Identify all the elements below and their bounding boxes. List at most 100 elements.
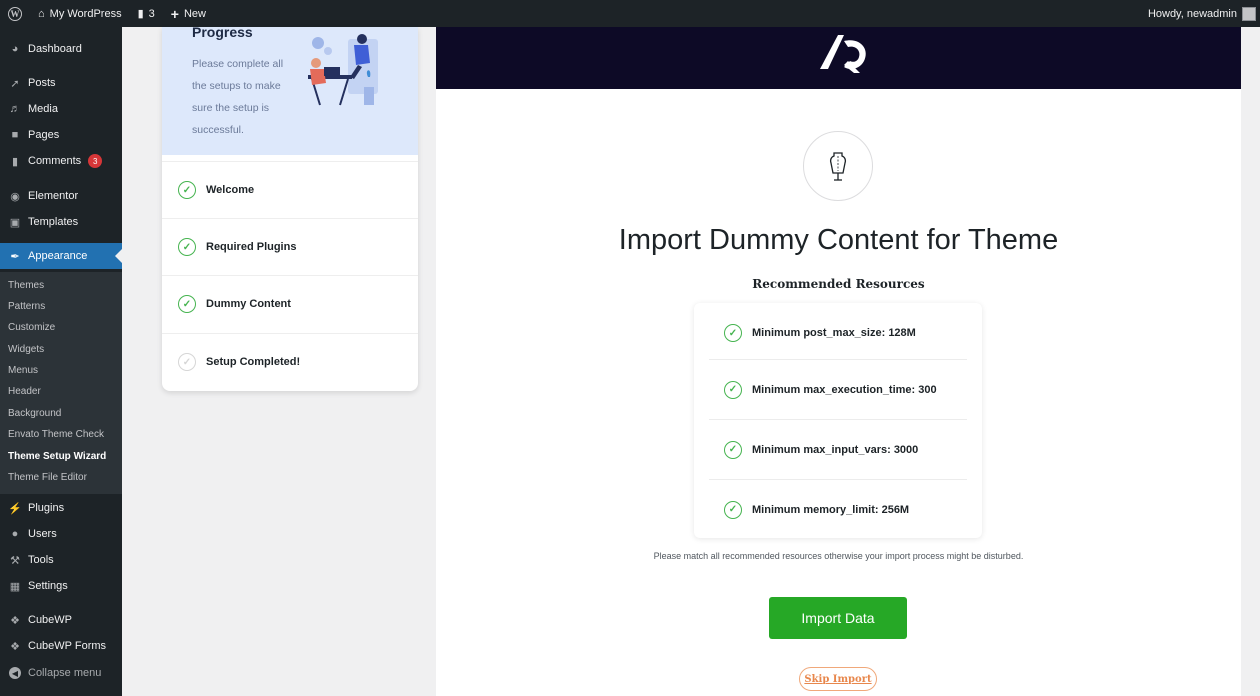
step-setup-completed[interactable]: ✓ Setup Completed! [162,333,418,390]
check-circle-icon: ✓ [178,353,196,371]
sidebar-item-posts[interactable]: ➚ Posts [0,70,122,96]
submenu-themes[interactable]: Themes [8,278,44,294]
skip-import-button[interactable]: Skip Import [799,667,877,691]
resources-note: Please match all recommended resources o… [653,551,1024,561]
mannequin-icon-badge [803,131,873,201]
user-icon: ● [11,528,19,540]
progress-title: Progress [192,27,253,40]
howdy-label: Howdy, newadmin [1147,7,1237,20]
admin-bar: W ⌂ My WordPress ▮ 3 + New Howdy, newadm… [0,0,1260,27]
sidebar-item-templates[interactable]: ▣ Templates [0,209,122,235]
check-circle-icon: ✓ [178,238,196,256]
sidebar-item-settings[interactable]: ▦ Settings [0,573,122,599]
site-name-label: My WordPress [49,7,122,20]
submenu-widgets[interactable]: Widgets [8,342,44,358]
page-title: Import Dummy Content for Theme [618,224,1059,256]
list-item: ✓ Minimum post_max_size: 128M [709,303,967,363]
sidebar-item-label: CubeWP Forms [28,640,107,652]
submenu-background[interactable]: Background [8,406,61,422]
sidebar-item-label: Plugins [28,502,65,514]
check-circle-icon: ✓ [724,500,742,519]
account-menu[interactable]: Howdy, newadmin [1140,0,1260,27]
submenu-theme-setup-wizard[interactable]: Theme Setup Wizard [8,449,106,465]
submenu-header[interactable]: Header [8,384,41,400]
check-circle-icon: ✓ [178,181,196,199]
step-dummy-content[interactable]: ✓ Dummy Content [162,275,418,332]
page-icon: ■ [11,129,19,141]
submenu-envato-theme-check[interactable]: Envato Theme Check [8,427,104,443]
cube-icon: ❖ [10,640,20,653]
folder-icon: ▣ [9,216,21,229]
sidebar-item-tools[interactable]: ⚒ Tools [0,547,122,573]
comments-link[interactable]: ▮ 3 [130,0,163,27]
comment-icon: ▮ [11,155,19,168]
collapse-menu-button[interactable]: ◀ Collapse menu [0,660,122,686]
sidebar-item-label: Settings [28,580,68,592]
requirements-list: ✓ Minimum post_max_size: 128M ✓ Minimum … [694,303,982,538]
comment-icon: ▮ [137,8,144,20]
list-item: ✓ Minimum max_input_vars: 3000 [709,419,967,479]
sidebar-item-label: CubeWP [28,614,73,626]
list-item: ✓ Minimum memory_limit: 256M [709,479,967,539]
sidebar-item-pages[interactable]: ■ Pages [0,122,122,148]
check-circle-icon: ✓ [178,295,196,313]
sidebar-item-comments[interactable]: ▮ Comments 3 [0,148,122,174]
cube-icon: ❖ [10,614,20,627]
check-circle-icon: ✓ [724,324,742,342]
submenu-theme-file-editor[interactable]: Theme File Editor [8,470,87,486]
submenu-menus[interactable]: Menus [8,363,38,379]
requirement-label: Minimum max_execution_time: 300 [752,383,937,396]
requirement-label: Minimum memory_limit: 256M [752,503,910,516]
import-data-button[interactable]: Import Data [769,597,907,639]
step-welcome[interactable]: ✓ Welcome [162,161,418,218]
wordpress-icon: W [8,6,22,21]
sidebar-item-label: Templates [28,216,79,228]
mannequin-icon [829,152,847,181]
dashboard-icon: ◕ [11,43,19,55]
requirement-label: Minimum max_input_vars: 3000 [752,443,919,456]
home-icon: ⌂ [38,7,45,20]
submenu-customize[interactable]: Customize [8,320,55,336]
sidebar-item-users[interactable]: ● Users [0,521,122,547]
collapse-icon: ◀ [9,667,21,679]
plus-icon: + [170,5,179,22]
check-circle-icon: ✓ [724,440,742,459]
comments-count: 3 [148,7,155,20]
progress-card: Progress Please complete all the setups … [162,27,418,391]
plug-icon: ⚡ [8,502,22,515]
avatar [1242,6,1256,21]
elementor-icon: ◉ [10,190,20,203]
media-icon: ♬ [9,103,21,115]
wordpress-logo-button[interactable]: W [0,0,30,27]
sidebar-item-label: Posts [28,77,56,89]
check-circle-icon: ✓ [724,380,742,399]
sidebar-item-media[interactable]: ♬ Media [0,96,122,122]
recommended-resources-title: Recommended Resources [752,277,925,291]
sidebar-item-elementor[interactable]: ◉ Elementor [0,183,122,209]
appearance-submenu: Themes Patterns Customize Widgets Menus … [0,272,122,494]
sidebar-item-dashboard[interactable]: ◕ Dashboard [0,36,122,62]
sidebar-item-label: Media [28,103,58,115]
step-required-plugins[interactable]: ✓ Required Plugins [162,218,418,275]
submenu-patterns[interactable]: Patterns [8,299,45,315]
wrench-icon: ⚒ [10,554,20,567]
requirement-label: Minimum post_max_size: 128M [752,327,916,339]
theme-logo [820,35,866,73]
sidebar-item-cubewp[interactable]: ❖ CubeWP [0,607,122,633]
sidebar-item-cubewp-forms[interactable]: ❖ CubeWP Forms [0,633,122,659]
sidebar-item-plugins[interactable]: ⚡ Plugins [0,495,122,521]
sidebar-item-appearance[interactable]: ✒ Appearance [0,243,122,269]
step-label: Setup Completed! [206,356,301,368]
sidebar-item-label: Pages [28,129,60,141]
sidebar-item-label: Comments [28,155,82,167]
sidebar-item-label: Tools [28,554,54,566]
sidebar-item-label: Users [28,528,57,540]
step-label: Required Plugins [206,241,297,253]
step-label: Welcome [206,184,255,196]
brush-icon: ✒ [10,250,20,263]
hero-banner [436,27,1241,89]
pin-icon: ➚ [10,77,20,90]
sidebar-item-label: Appearance [28,250,88,262]
site-name-link[interactable]: ⌂ My WordPress [30,0,130,27]
new-content-link[interactable]: + New [163,0,214,27]
